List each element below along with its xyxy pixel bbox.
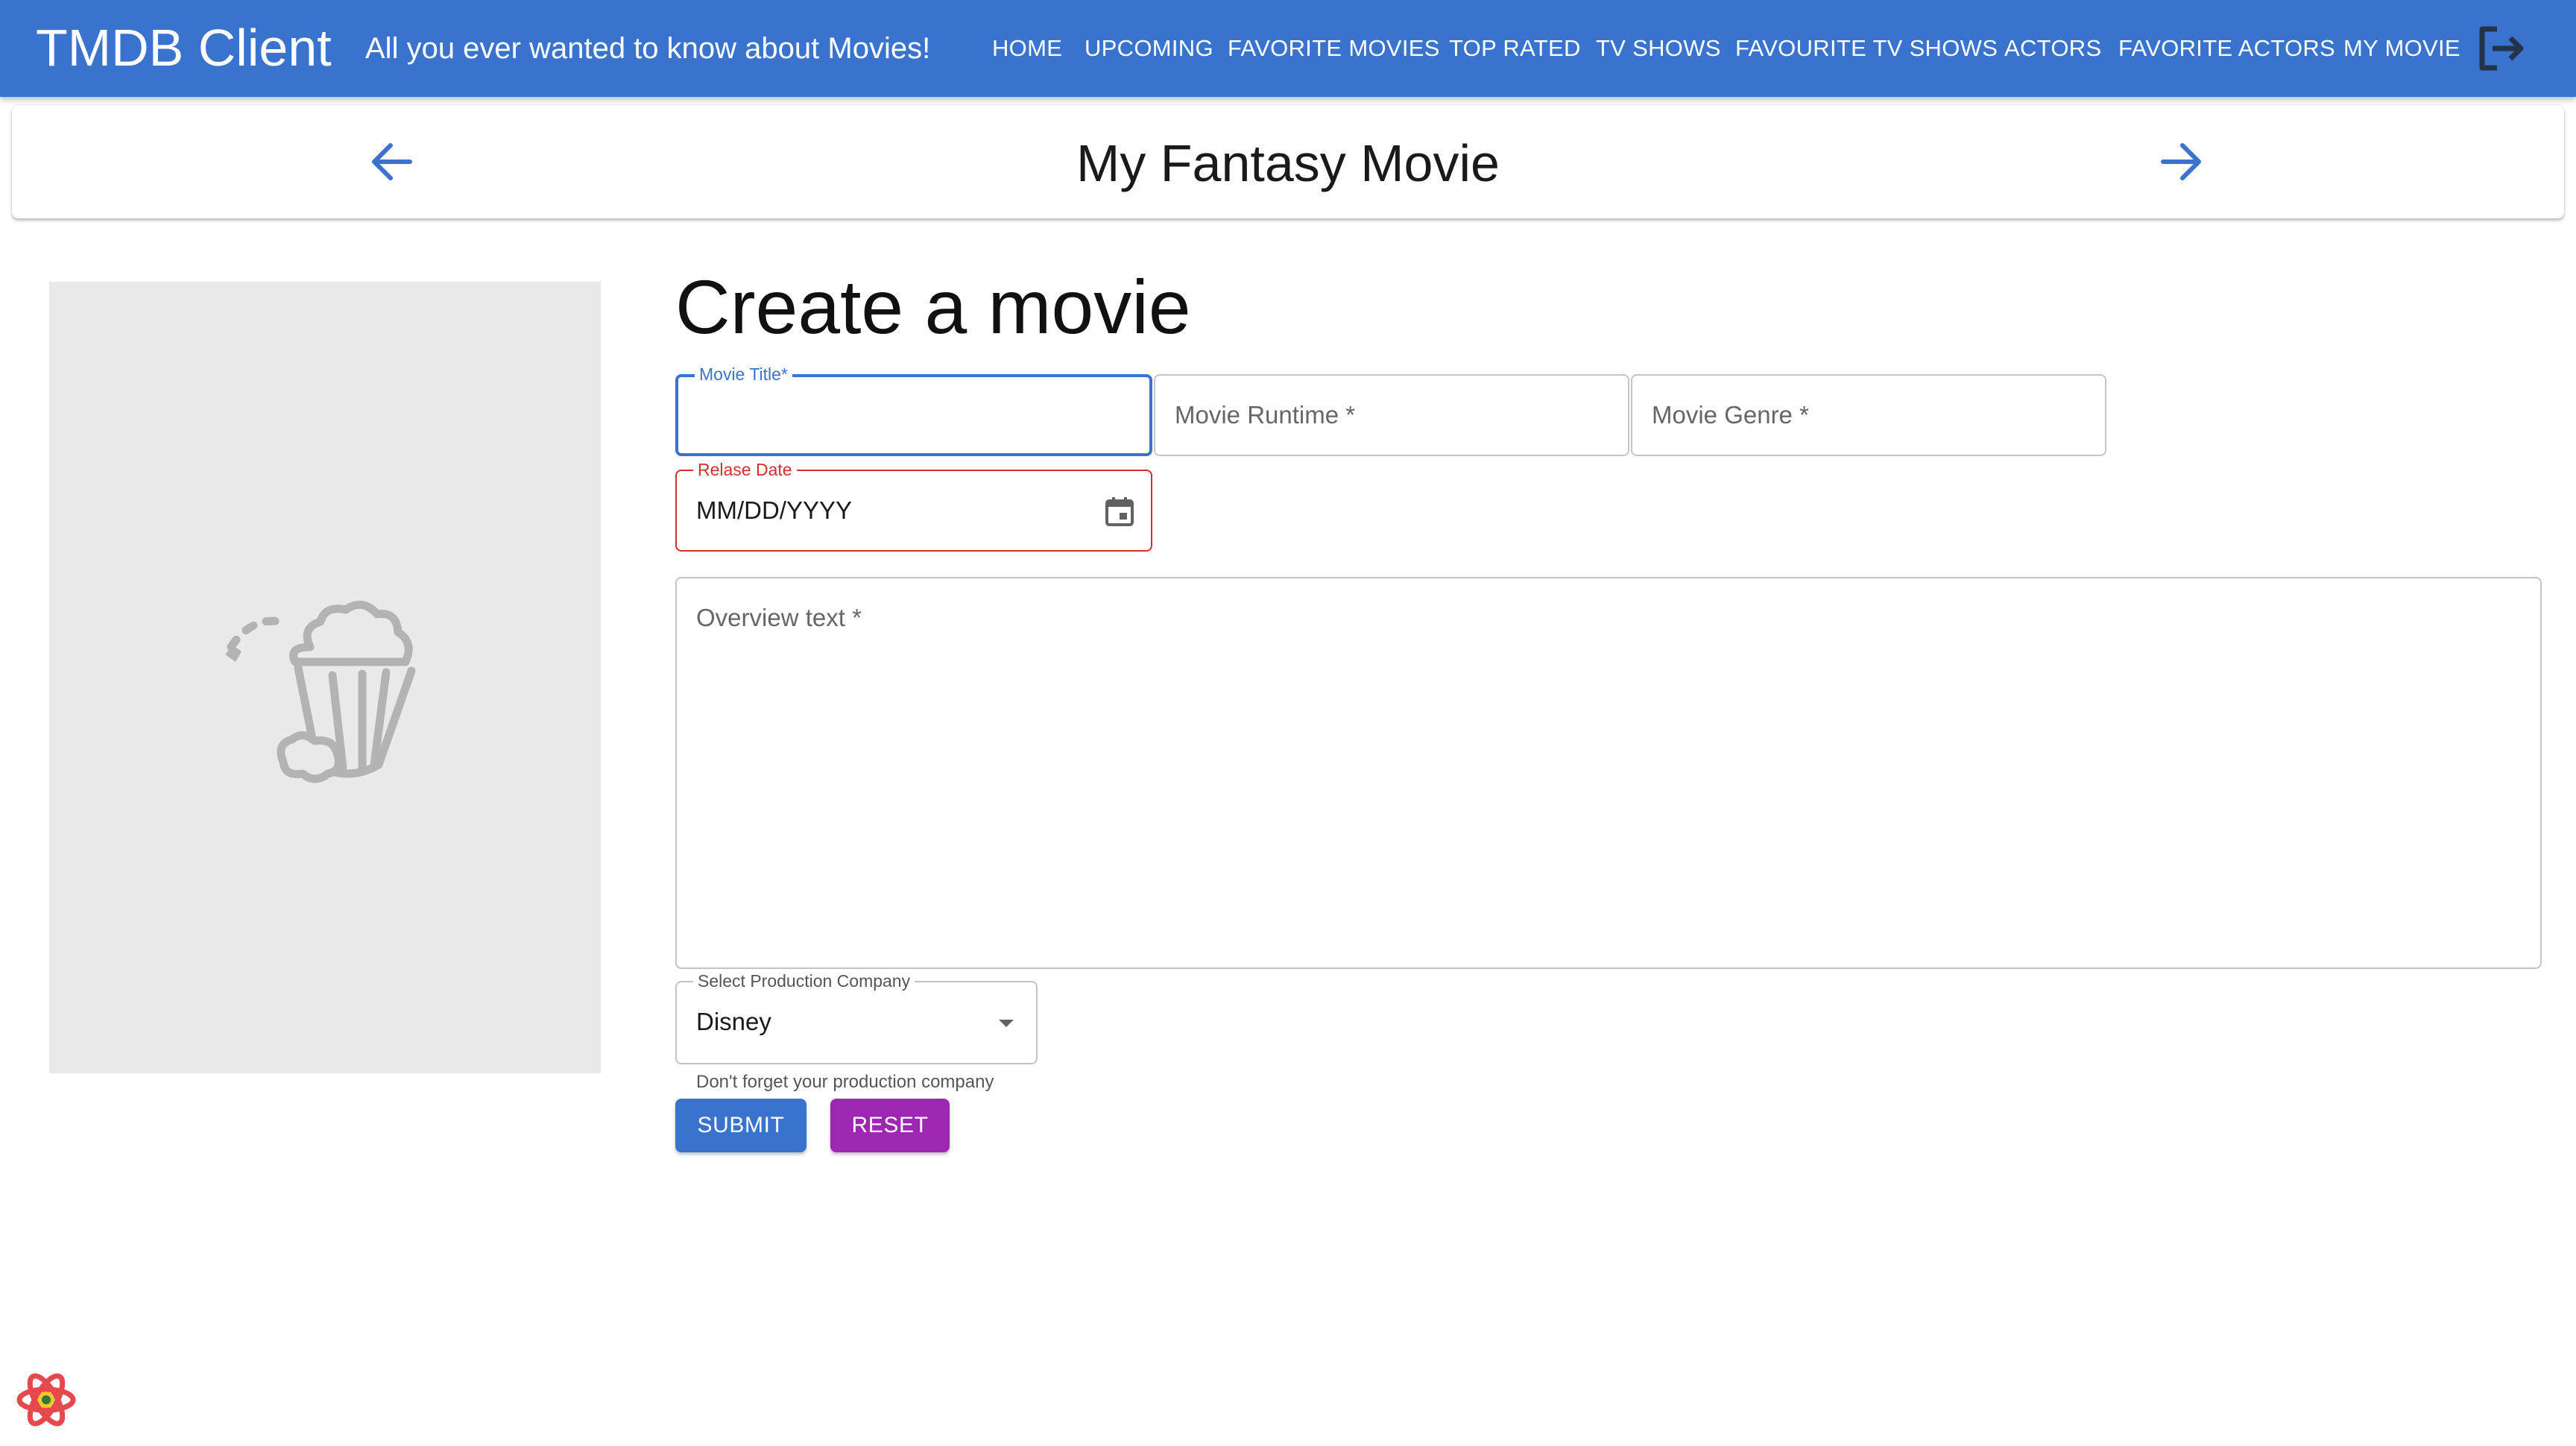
- production-company-value: Disney: [696, 1008, 771, 1035]
- nav-home[interactable]: HOME: [992, 34, 1062, 63]
- movie-genre-field[interactable]: Movie Genre *: [1631, 374, 2106, 456]
- app-bar: TMDB Client All you ever wanted to know …: [0, 0, 2576, 97]
- movie-title-label: Movie Title*: [695, 364, 792, 385]
- movie-genre-label: Movie Genre *: [1652, 401, 1809, 429]
- movie-runtime-field[interactable]: Movie Runtime *: [1154, 374, 1629, 456]
- production-company-select[interactable]: Select Production Company Disney: [675, 970, 1038, 1064]
- nav-favorite-actors[interactable]: FAVORITE ACTORS: [2118, 34, 2335, 63]
- nav-favorite-movies[interactable]: FAVORITE MOVIES: [1228, 34, 1440, 63]
- movie-runtime-label: Movie Runtime *: [1175, 401, 1356, 429]
- calendar-icon[interactable]: [1103, 495, 1136, 528]
- nav-my-movie[interactable]: MY MOVIE: [2343, 34, 2460, 63]
- release-date-value: MM/DD/YYYY: [696, 496, 853, 524]
- reset-button[interactable]: RESET: [830, 1099, 950, 1152]
- app-brand[interactable]: TMDB Client: [36, 18, 332, 78]
- submit-button[interactable]: SUBMIT: [675, 1099, 806, 1152]
- form-heading: Create a movie: [675, 265, 1191, 350]
- logout-icon[interactable]: [2475, 25, 2527, 72]
- release-date-field[interactable]: Relase Date MM/DD/YYYY: [675, 459, 1152, 552]
- movie-title-field[interactable]: Movie Title*: [675, 364, 1152, 456]
- movie-poster-placeholder: [49, 282, 601, 1073]
- overview-textarea[interactable]: Overview text *: [675, 577, 2542, 969]
- nav-favourite-tv-shows[interactable]: FAVOURITE TV SHOWS: [1735, 34, 1998, 63]
- production-company-label: Select Production Company: [693, 970, 915, 991]
- page-header: My Fantasy Movie: [12, 105, 2564, 218]
- overview-label: Overview text *: [696, 604, 862, 631]
- nav-actors[interactable]: ACTORS: [2004, 34, 2101, 63]
- production-company-helper: Don't forget your production company: [696, 1072, 994, 1092]
- chevron-down-icon[interactable]: [996, 1015, 1017, 1030]
- release-date-label: Relase Date: [693, 459, 797, 480]
- nav-top-rated[interactable]: TOP RATED: [1449, 34, 1581, 63]
- popcorn-icon: [225, 600, 416, 783]
- nav-tv-shows[interactable]: TV SHOWS: [1596, 34, 1721, 63]
- arrow-forward-icon[interactable]: [2154, 135, 2208, 189]
- react-query-devtools-icon[interactable]: [15, 1368, 78, 1431]
- app-tagline: All you ever wanted to know about Movies…: [365, 32, 931, 65]
- nav-upcoming[interactable]: UPCOMING: [1085, 34, 1213, 63]
- arrow-back-icon[interactable]: [365, 135, 419, 189]
